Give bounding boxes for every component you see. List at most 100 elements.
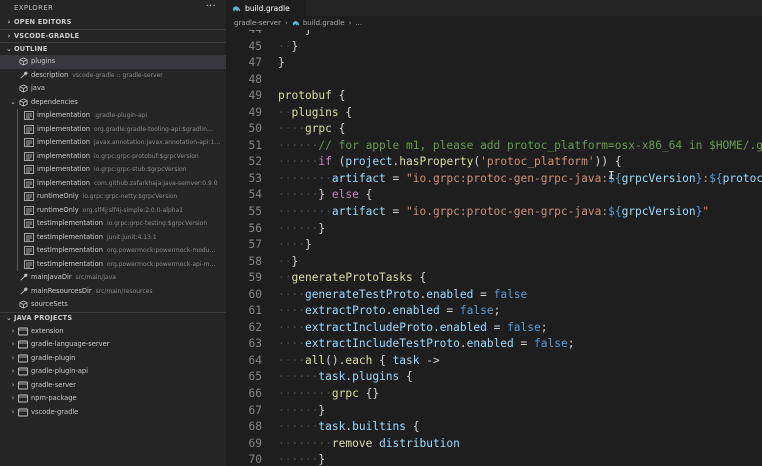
- wrench-icon: [18, 273, 28, 283]
- chevron-right-icon: ›: [7, 18, 11, 26]
- outline-item-label: testImplementation: [37, 232, 103, 241]
- outline-item[interactable]: mainResourcesDir src/main/resources: [0, 285, 226, 299]
- outline-item[interactable]: implementation io.grpc:grpc-protobuf:$grp…: [0, 150, 226, 164]
- code-token: (: [331, 155, 346, 169]
- code-text: ····extractIncludeProto.enabled = false;: [278, 320, 548, 337]
- code-token: {: [338, 105, 353, 119]
- code-text: ····extractIncludeTestProto.enabled = fa…: [278, 336, 574, 353]
- code-line: 59 ··generateProtoTasks {: [226, 270, 762, 287]
- code-token: }: [291, 39, 299, 53]
- chevron-down-icon[interactable]: ⌄: [8, 96, 18, 110]
- outline-item[interactable]: description vscode-gradle :: gradle-serve…: [0, 69, 226, 83]
- outline-item-description: io.grpc:grpc-protobuf:$grpcVersion: [94, 152, 199, 160]
- chevron-right-icon[interactable]: ›: [8, 379, 18, 393]
- code-token: grpc: [304, 122, 332, 136]
- section-project[interactable]: › VSCODE-GRADLE: [0, 29, 226, 42]
- more-actions-button[interactable]: ···: [206, 0, 216, 15]
- code-text: ········grpc {}: [278, 386, 379, 403]
- code-text: ··}: [278, 254, 298, 271]
- java-project-item[interactable]: › gradle-plugin: [0, 352, 226, 366]
- outline-item-label: implementation: [37, 111, 90, 119]
- outline-item[interactable]: plugins: [0, 55, 226, 69]
- outline-item[interactable]: java: [0, 82, 226, 96]
- section-outline[interactable]: ⌄ OUTLINE: [0, 42, 226, 55]
- outline-item[interactable]: runtimeOnly io.grpc:grpc-netty:$grpcVersi…: [0, 190, 226, 204]
- list-icon: [24, 165, 34, 175]
- java-project-item[interactable]: › gradle-language-server: [0, 338, 226, 352]
- line-number: 49: [248, 105, 262, 119]
- java-project-item[interactable]: › npm-package: [0, 392, 226, 406]
- outline-item[interactable]: testImplementation org.powermock:powermoc…: [0, 258, 226, 272]
- whitespace-dots: ····: [278, 287, 305, 301]
- code-text: }: [278, 55, 285, 72]
- whitespace-dots: ······: [278, 453, 319, 466]
- outline-item-label: sourceSets: [31, 300, 68, 308]
- text-cursor-icon: I: [608, 169, 615, 182]
- outline-item-label: plugins: [31, 57, 56, 65]
- chevron-right-icon[interactable]: ›: [8, 365, 18, 379]
- code-token: ${: [608, 205, 622, 219]
- chevron-right-icon[interactable]: ›: [8, 352, 18, 366]
- indent-guide: [17, 109, 18, 271]
- chevron-right-icon[interactable]: ›: [8, 325, 18, 339]
- folder-icon: [18, 394, 28, 404]
- section-java-projects[interactable]: ⌄ JAVA PROJECTS: [0, 311, 226, 325]
- chevron-right-icon[interactable]: ›: [8, 406, 18, 420]
- folder-icon: [18, 367, 28, 377]
- chevron-right-icon[interactable]: ›: [8, 392, 18, 406]
- code-text: ········artifact = "io.grpc:protoc-gen-g…: [278, 204, 709, 221]
- java-project-item[interactable]: › vscode-gradle: [0, 406, 226, 420]
- outline-item[interactable]: implementation javax.annotation:javax.ann…: [0, 136, 226, 150]
- java-project-item[interactable]: › gradle-plugin-api: [0, 365, 226, 379]
- java-project-item[interactable]: › gradle-server: [0, 379, 226, 393]
- tab-build-gradle[interactable]: build.gradle: [226, 0, 306, 16]
- breadcrumb-symbol[interactable]: ...: [355, 16, 362, 30]
- outline-item[interactable]: implementation io.grpc:grpc-stub:$grpcVer…: [0, 163, 226, 177]
- code-line: 65 ······task.plugins {: [226, 369, 762, 386]
- code-token: =: [513, 337, 534, 351]
- code-line: 51 ······// for apple m1, please add prot…: [226, 138, 762, 155]
- folder-icon: [18, 326, 28, 336]
- code-line: 44 ····}: [226, 30, 762, 39]
- code-token: .: [459, 337, 467, 351]
- code-token: if: [318, 155, 332, 169]
- outline-item[interactable]: testImplementation io.grpc:grpc-testing:$…: [0, 217, 226, 231]
- explorer-title: EXPLORER ···: [0, 0, 226, 16]
- outline-item[interactable]: implementation org.gradle:gradle-tooling-…: [0, 123, 226, 137]
- code-token: ;: [567, 337, 575, 351]
- outline-item[interactable]: implementation com.github.zafarkhaja:java…: [0, 177, 226, 191]
- code-token: 'protoc_platform': [480, 155, 595, 169]
- code-text: ······}: [278, 452, 325, 466]
- code-token: enabled: [426, 287, 474, 301]
- breadcrumb: gradle-server › build.gradle › ...: [226, 16, 762, 30]
- outline-item[interactable]: runtimeOnly org.slf4j:slf4j-simple:2.0.0-…: [0, 204, 226, 218]
- cube-icon: [18, 57, 28, 67]
- section-open-editors[interactable]: › OPEN EDITORS: [0, 16, 226, 29]
- outline-item[interactable]: testImplementation junit:junit:4.13.1: [0, 231, 226, 245]
- code-text: ····extractProto.enabled = false;: [278, 303, 500, 320]
- whitespace-dots: ····: [278, 320, 305, 334]
- list-icon: [24, 111, 34, 121]
- code-text: ········artifact = "io.grpc:protoc-gen-g…: [278, 171, 762, 188]
- code-token: .: [385, 304, 393, 318]
- outline-item[interactable]: ⌄ dependencies: [0, 96, 226, 110]
- java-project-item[interactable]: › extension: [0, 325, 226, 339]
- breadcrumb-file[interactable]: build.gradle: [303, 16, 345, 30]
- code-token: task: [318, 370, 346, 384]
- outline-item[interactable]: mainJavaDir src/main/java: [0, 271, 226, 285]
- code-token: }: [291, 254, 299, 268]
- line-number: 66: [248, 387, 262, 401]
- breadcrumb-folder[interactable]: gradle-server: [234, 16, 281, 30]
- outline-item[interactable]: testImplementation org.powermock:powermoc…: [0, 244, 226, 258]
- whitespace-dots: ······: [278, 403, 319, 417]
- line-number: 59: [248, 271, 262, 285]
- outline-item[interactable]: sourceSets: [0, 298, 226, 312]
- outline-item-label: testImplementation: [37, 246, 103, 254]
- code-line: 62 ····extractIncludeProto.enabled = fals…: [226, 320, 762, 337]
- chevron-right-icon[interactable]: ›: [8, 338, 18, 352]
- line-number: 51: [248, 138, 262, 152]
- line-number: 69: [248, 436, 262, 450]
- outline-item[interactable]: implementation:gradle-plugin-api: [0, 109, 226, 123]
- code-editor[interactable]: 44····}45··}47}4849protobuf {49··plugins…: [226, 30, 762, 466]
- list-icon: [24, 124, 34, 134]
